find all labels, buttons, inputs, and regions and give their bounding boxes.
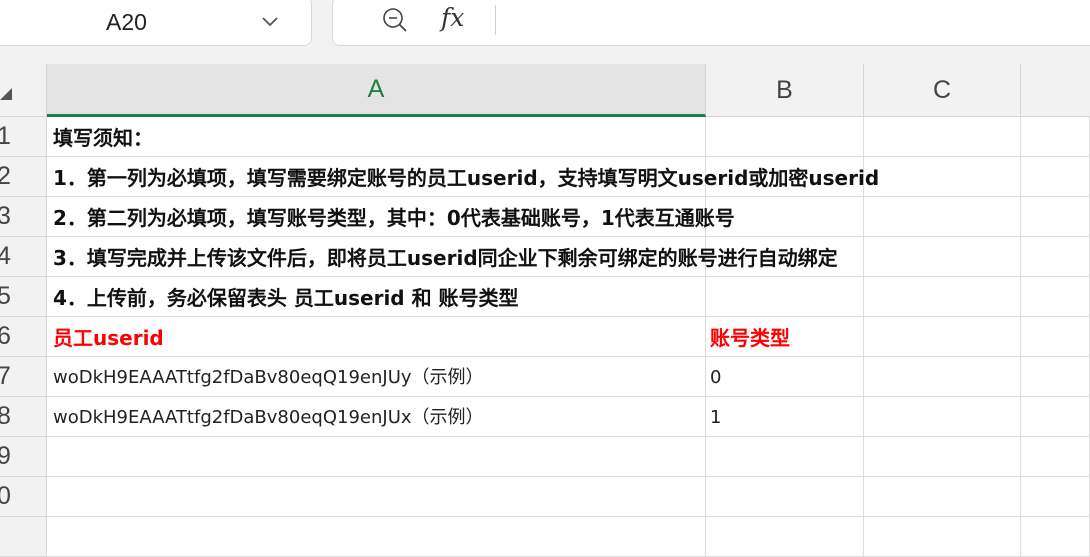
grid-cell-c3[interactable] bbox=[864, 197, 1021, 237]
grid-cell-b9[interactable] bbox=[706, 437, 864, 477]
name-box[interactable]: A20 bbox=[0, 0, 312, 46]
name-box-value[interactable]: A20 bbox=[106, 9, 147, 36]
row-header-10[interactable]: 0 bbox=[0, 477, 47, 517]
row-header-3[interactable]: 3 bbox=[0, 197, 47, 237]
cell-a8[interactable]: woDkH9EAAATtfg2fDaBv80eqQ19enJUx（示例） bbox=[53, 398, 484, 438]
grid-cell-c4[interactable] bbox=[864, 237, 1021, 277]
column-header-b[interactable]: B bbox=[706, 64, 864, 117]
grid-cell-a9[interactable] bbox=[47, 437, 706, 477]
grid-cell-b7[interactable] bbox=[706, 357, 864, 397]
grid-cell-b8[interactable] bbox=[706, 397, 864, 437]
cell-a1[interactable]: 填写须知： bbox=[53, 118, 153, 158]
grid-cell-d5[interactable] bbox=[1021, 277, 1090, 317]
grid-cell-d8[interactable] bbox=[1021, 397, 1090, 437]
cell-a3[interactable]: 2．第二列为必填项，填写账号类型，其中：0代表基础账号，1代表互通账号 bbox=[53, 198, 735, 238]
row-header-2[interactable]: 2 bbox=[0, 157, 47, 197]
row-header-6[interactable]: 6 bbox=[0, 317, 47, 357]
grid-cell-d6[interactable] bbox=[1021, 317, 1090, 357]
column-header-d[interactable] bbox=[1021, 64, 1090, 117]
formula-separator bbox=[495, 5, 496, 35]
chevron-down-icon[interactable] bbox=[259, 11, 281, 31]
grid-cell-c6[interactable] bbox=[864, 317, 1021, 357]
grid-cell-b10[interactable] bbox=[706, 477, 864, 517]
grid-cell-c2[interactable] bbox=[864, 157, 1021, 197]
cell-a6[interactable]: 员工userid bbox=[53, 318, 164, 358]
grid-cell-c10[interactable] bbox=[864, 477, 1021, 517]
grid-cell-d9[interactable] bbox=[1021, 437, 1090, 477]
grid-cell-c11[interactable] bbox=[864, 517, 1021, 557]
row-header-1[interactable]: 1 bbox=[0, 117, 47, 157]
fx-icon[interactable]: fx bbox=[441, 3, 464, 32]
cell-a2[interactable]: 1．第一列为必填项，填写需要绑定账号的员工userid，支持填写明文userid… bbox=[53, 158, 879, 198]
cell-b6[interactable]: 账号类型 bbox=[710, 318, 790, 358]
row-header-7[interactable]: 7 bbox=[0, 357, 47, 397]
grid-cell-c9[interactable] bbox=[864, 437, 1021, 477]
grid-cell-c8[interactable] bbox=[864, 397, 1021, 437]
row-header-4[interactable]: 4 bbox=[0, 237, 47, 277]
column-header-a[interactable]: A bbox=[47, 64, 706, 117]
column-header-c[interactable]: C bbox=[864, 64, 1021, 117]
grid-cell-d1[interactable] bbox=[1021, 117, 1090, 157]
formula-toolbar: A20 fx bbox=[0, 0, 1090, 64]
select-all-corner[interactable] bbox=[0, 64, 47, 117]
row-header-8[interactable]: 8 bbox=[0, 397, 47, 437]
grid-cell-d7[interactable] bbox=[1021, 357, 1090, 397]
cell-b7[interactable]: 0 bbox=[710, 358, 721, 398]
grid-cell-d2[interactable] bbox=[1021, 157, 1090, 197]
formula-bar[interactable]: fx bbox=[332, 0, 1090, 46]
row-header-5[interactable]: 5 bbox=[0, 277, 47, 317]
grid-cell-c5[interactable] bbox=[864, 277, 1021, 317]
grid-cell-d10[interactable] bbox=[1021, 477, 1090, 517]
zoom-formula-icon[interactable] bbox=[381, 6, 409, 34]
cell-b8[interactable]: 1 bbox=[710, 398, 721, 438]
grid-cell-a11[interactable] bbox=[47, 517, 706, 557]
grid-cell-d11[interactable] bbox=[1021, 517, 1090, 557]
grid-cell-c7[interactable] bbox=[864, 357, 1021, 397]
select-all-icon[interactable] bbox=[0, 88, 12, 100]
grid-cell-c1[interactable] bbox=[864, 117, 1021, 157]
grid-cell-a10[interactable] bbox=[47, 477, 706, 517]
grid-cell-d3[interactable] bbox=[1021, 197, 1090, 237]
grid-cell-b1[interactable] bbox=[706, 117, 864, 157]
grid-cell-b11[interactable] bbox=[706, 517, 864, 557]
cell-a5[interactable]: 4．上传前，务必保留表头 员工userid 和 账号类型 bbox=[53, 278, 519, 318]
grid-cell-b5[interactable] bbox=[706, 277, 864, 317]
row-header-11[interactable] bbox=[0, 517, 47, 557]
cell-a7[interactable]: woDkH9EAAATtfg2fDaBv80eqQ19enJUy（示例） bbox=[53, 358, 484, 398]
cell-a4[interactable]: 3．填写完成并上传该文件后，即将员工userid同企业下剩余可绑定的账号进行自动… bbox=[53, 238, 838, 278]
row-header-9[interactable]: 9 bbox=[0, 437, 47, 477]
grid-cell-d4[interactable] bbox=[1021, 237, 1090, 277]
